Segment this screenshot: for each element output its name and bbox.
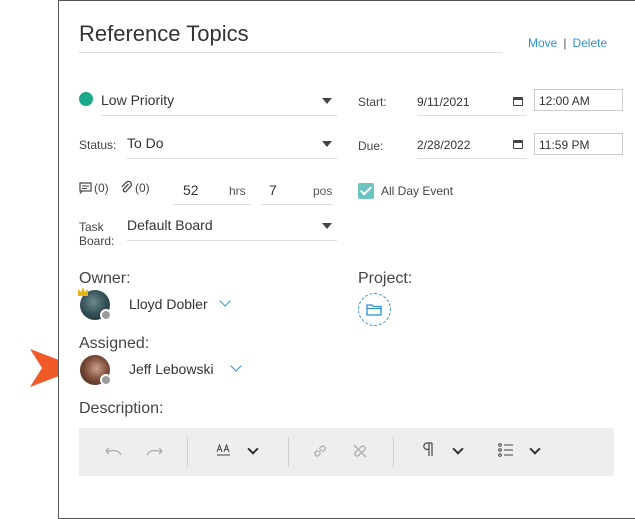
project-label: Project: — [358, 270, 413, 287]
attachments-count: (0) — [135, 181, 150, 195]
description-editor-toolbar — [79, 428, 614, 476]
notes-icon[interactable] — [79, 182, 92, 194]
title-underline — [79, 52, 503, 53]
assigned-name[interactable]: Jeff Lebowski — [129, 361, 214, 377]
paragraph-icon[interactable] — [422, 442, 434, 458]
owner-chevron-down-icon[interactable] — [219, 295, 231, 307]
status-caret-icon[interactable] — [322, 141, 332, 147]
notes-count: (0) — [94, 181, 109, 195]
toolbar-separator — [288, 437, 289, 467]
move-link[interactable]: Move — [528, 36, 557, 50]
due-time-input[interactable]: 11:59 PM — [534, 133, 623, 155]
start-date-underline — [417, 115, 527, 116]
hours-unit-label: hrs — [229, 184, 246, 198]
priority-select-value[interactable]: Low Priority — [101, 92, 174, 108]
delete-link[interactable]: Delete — [572, 36, 607, 50]
due-date-underline — [417, 158, 527, 159]
unlink-icon[interactable] — [352, 443, 368, 459]
attachment-icon[interactable] — [120, 180, 132, 194]
start-calendar-icon[interactable] — [513, 97, 523, 106]
task-board-label-line1: Task — [79, 220, 104, 234]
redo-icon[interactable] — [145, 445, 163, 457]
task-board-label-line2: Board: — [79, 234, 115, 248]
estimate-pos-input[interactable]: 7 — [269, 182, 277, 198]
due-date-input[interactable]: 2/28/2022 — [417, 138, 470, 152]
estimate-hours-input[interactable]: 52 — [183, 182, 199, 198]
crown-icon — [78, 287, 88, 296]
description-label: Description: — [79, 400, 164, 417]
paragraph-chevron-down-icon[interactable] — [452, 443, 464, 455]
due-label: Due: — [358, 139, 384, 153]
task-board-underline — [127, 240, 337, 241]
link-icon[interactable] — [312, 443, 328, 459]
start-label: Start: — [358, 95, 387, 109]
list-icon[interactable] — [498, 443, 514, 457]
task-title[interactable]: Reference Topics — [79, 21, 249, 47]
assigned-chevron-down-icon[interactable] — [230, 360, 242, 372]
list-chevron-down-icon[interactable] — [529, 443, 541, 455]
project-picker[interactable] — [358, 293, 391, 326]
start-date-input[interactable]: 9/11/2021 — [417, 95, 470, 109]
task-board-select-value[interactable]: Default Board — [127, 217, 213, 233]
all-day-checkbox[interactable] — [358, 183, 374, 199]
owner-status-dot — [100, 309, 112, 321]
toolbar-separator — [393, 437, 394, 467]
toolbar-separator — [187, 437, 188, 467]
priority-underline — [101, 115, 337, 116]
status-underline — [127, 158, 337, 159]
status-label: Status: — [79, 138, 117, 152]
pos-unit-label: pos — [313, 184, 333, 198]
status-select-value[interactable]: To Do — [127, 135, 164, 151]
task-board-caret-icon[interactable] — [322, 223, 332, 229]
undo-icon[interactable] — [105, 445, 123, 457]
start-time-input[interactable]: 12:00 AM — [534, 89, 623, 111]
assigned-status-dot — [100, 374, 112, 386]
due-calendar-icon[interactable] — [513, 140, 523, 149]
owner-label: Owner: — [79, 270, 131, 287]
task-detail-panel: Reference Topics Move | Delete Low Priorit… — [58, 0, 635, 519]
priority-caret-icon[interactable] — [322, 98, 332, 104]
task-actions: Move | Delete — [528, 36, 607, 50]
hours-underline — [173, 204, 251, 205]
action-separator: | — [563, 36, 567, 50]
all-day-label: All Day Event — [381, 184, 454, 198]
font-size-icon[interactable] — [216, 443, 232, 457]
pos-underline — [261, 204, 333, 205]
assigned-label: Assigned: — [79, 335, 150, 352]
owner-name[interactable]: Lloyd Dobler — [129, 296, 208, 312]
priority-color-dot — [79, 92, 93, 106]
font-size-chevron-down-icon[interactable] — [247, 443, 259, 455]
folder-icon — [366, 304, 382, 316]
